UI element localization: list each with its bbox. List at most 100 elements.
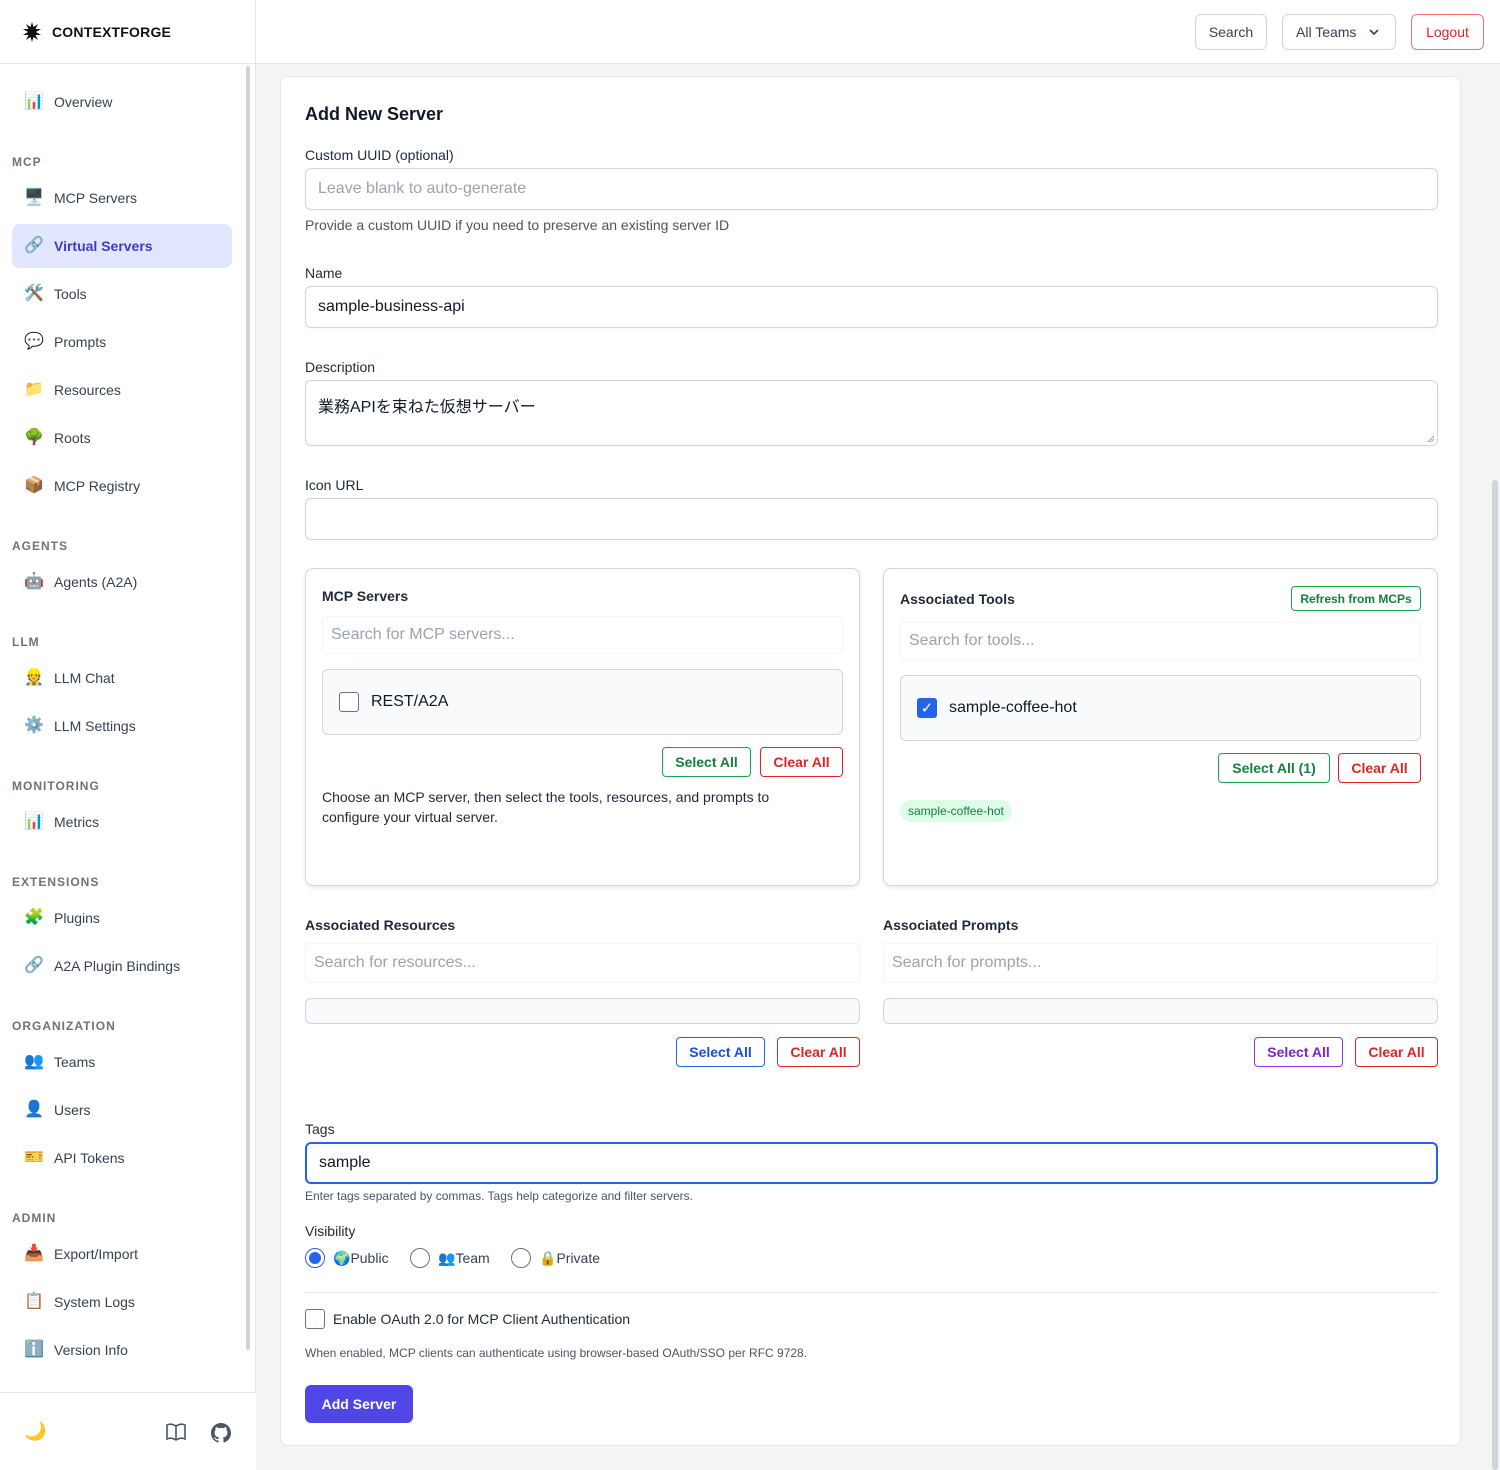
sidebar-item-system-logs[interactable]: 📋 System Logs (12, 1280, 232, 1324)
icon-url-input[interactable] (305, 498, 1438, 540)
visibility-public-radio[interactable]: 🌍 Public (305, 1248, 389, 1268)
radio-label: Private (556, 1250, 601, 1266)
tags-input[interactable]: sample (305, 1142, 1438, 1184)
sidebar-item-agents[interactable]: 🤖 Agents (A2A) (12, 560, 232, 604)
sidebar-item-llm-settings[interactable]: ⚙️ LLM Settings (12, 704, 232, 748)
prompts-list (883, 998, 1438, 1024)
tags-label: Tags (305, 1121, 335, 1137)
section-mcp: MCP (12, 155, 42, 169)
resources-clear-all-button[interactable]: Clear All (777, 1037, 860, 1067)
mcp-server-checkbox[interactable] (339, 692, 359, 712)
visibility-team-radio[interactable]: 👥 Team (410, 1248, 490, 1268)
gear-icon: ⚙️ (24, 717, 44, 734)
selected-tool-pill: sample-coffee-hot (900, 800, 1012, 822)
mcp-server-option-label: REST/A2A (371, 693, 449, 710)
sidebar-item-metrics[interactable]: 📊 Metrics (12, 800, 232, 844)
resize-handle-icon[interactable] (1427, 435, 1435, 443)
prompts-search-input[interactable]: Search for prompts... (883, 943, 1438, 983)
radio-button[interactable] (511, 1248, 531, 1268)
prompts-select-all-button[interactable]: Select All (1254, 1037, 1343, 1067)
sidebar-item-plugins[interactable]: 🧩 Plugins (12, 896, 232, 940)
sidebar-item-a2a-plugin-bindings[interactable]: 🔗 A2A Plugin Bindings (12, 944, 232, 988)
sidebar-item-label: MCP Servers (54, 190, 137, 206)
sidebar-item-overview[interactable]: 📊 Overview (12, 80, 232, 124)
sidebar-item-label: MCP Registry (54, 478, 141, 494)
name-input[interactable]: sample-business-api (305, 286, 1438, 328)
associated-resources-label: Associated Resources (305, 917, 456, 933)
github-icon[interactable] (211, 1423, 231, 1443)
mcp-servers-select-all-button[interactable]: Select All (662, 747, 751, 777)
tools-select-all-button[interactable]: Select All (1) (1218, 753, 1330, 783)
mcp-servers-panel: MCP Servers Search for MCP servers... RE… (305, 568, 860, 886)
sidebar-item-tools[interactable]: 🛠️ Tools (12, 272, 232, 316)
add-server-button[interactable]: Add Server (305, 1385, 413, 1423)
top-bar: Search All Teams Logout (256, 0, 1500, 64)
brand[interactable]: CONTEXTFORGE (0, 0, 255, 64)
sidebar-item-label: Metrics (54, 814, 100, 830)
radio-button[interactable] (410, 1248, 430, 1268)
oauth-label: Enable OAuth 2.0 for MCP Client Authenti… (333, 1311, 631, 1327)
logout-button[interactable]: Logout (1411, 14, 1484, 50)
book-icon[interactable] (166, 1423, 186, 1441)
section-llm: LLM (12, 635, 40, 649)
package-icon: 📦 (24, 477, 44, 494)
link-icon: 🔗 (24, 237, 44, 254)
brand-name: CONTEXTFORGE (52, 23, 172, 40)
visibility-label: Visibility (305, 1223, 356, 1239)
search-button[interactable]: Search (1195, 14, 1267, 50)
mcp-servers-search-input[interactable]: Search for MCP servers... (322, 616, 843, 654)
team-selector-dropdown[interactable]: All Teams (1282, 14, 1396, 50)
sidebar-item-export-import[interactable]: 📥 Export/Import (12, 1232, 232, 1276)
tool-option[interactable]: ✓ sample-coffee-hot (917, 698, 1077, 718)
sidebar-item-roots[interactable]: 🌳 Roots (12, 416, 232, 460)
sidebar-item-api-tokens[interactable]: 🎫 API Tokens (12, 1136, 232, 1180)
sidebar-item-users[interactable]: 👤 Users (12, 1088, 232, 1132)
tools-clear-all-button[interactable]: Clear All (1338, 753, 1421, 783)
description-textarea[interactable]: 業務APIを束ねた仮想サーバー (305, 380, 1438, 446)
sidebar-item-label: Roots (54, 430, 91, 446)
user-icon: 👤 (24, 1101, 44, 1118)
sidebar-item-llm-chat[interactable]: 👷 LLM Chat (12, 656, 232, 700)
sidebar-item-resources[interactable]: 📁 Resources (12, 368, 232, 412)
sidebar-item-label: Virtual Servers (54, 238, 153, 254)
description-text: 業務APIを束ねた仮想サーバー (318, 399, 536, 416)
tool-option-label: sample-coffee-hot (949, 699, 1077, 716)
refresh-from-mcps-button[interactable]: Refresh from MCPs (1291, 586, 1421, 611)
sidebar-nav: 📊 Overview MCP 🖥️ MCP Servers 🔗 Virtual Ser… (0, 64, 244, 1392)
lock-icon: 🔒 (539, 1249, 557, 1266)
sidebar-item-prompts[interactable]: 💬 Prompts (12, 320, 232, 364)
mcp-server-option[interactable]: REST/A2A (339, 692, 448, 712)
bar-chart-icon: 📊 (24, 93, 44, 110)
sidebar-item-mcp-servers[interactable]: 🖥️ MCP Servers (12, 176, 232, 220)
visibility-private-radio[interactable]: 🔒 Private (511, 1248, 600, 1268)
sidebar-item-label: Export/Import (54, 1246, 139, 1262)
sidebar-item-label: Resources (54, 382, 121, 398)
moon-icon[interactable]: 🌙 (24, 1421, 46, 1442)
bar-chart-icon: 📊 (24, 813, 44, 830)
prompts-clear-all-button[interactable]: Clear All (1355, 1037, 1438, 1067)
radio-button[interactable] (305, 1248, 325, 1268)
oauth-toggle[interactable]: Enable OAuth 2.0 for MCP Client Authenti… (305, 1309, 630, 1329)
tool-checkbox[interactable]: ✓ (917, 698, 937, 718)
uuid-help: Provide a custom UUID if you need to pre… (305, 217, 730, 233)
section-extensions: EXTENSIONS (12, 875, 100, 889)
mcp-servers-clear-all-button[interactable]: Clear All (760, 747, 843, 777)
monitor-icon: 🖥️ (24, 189, 44, 206)
sidebar-item-label: Users (54, 1102, 91, 1118)
main-scrollbar[interactable] (1492, 480, 1498, 1470)
tags-help: Enter tags separated by commas. Tags hel… (305, 1189, 693, 1203)
sidebar-item-virtual-servers[interactable]: 🔗 Virtual Servers (12, 224, 232, 268)
oauth-checkbox[interactable] (305, 1309, 325, 1329)
sidebar-scrollbar[interactable] (246, 66, 250, 1350)
sidebar-item-version-info[interactable]: ℹ️ Version Info (12, 1328, 232, 1372)
associated-prompts-label: Associated Prompts (883, 917, 1019, 933)
sidebar-item-mcp-registry[interactable]: 📦 MCP Registry (12, 464, 232, 508)
sidebar-item-label: Overview (54, 94, 113, 110)
sidebar-item-teams[interactable]: 👥 Teams (12, 1040, 232, 1084)
tools-search-input[interactable]: Search for tools... (900, 622, 1421, 660)
uuid-input[interactable]: Leave blank to auto-generate (305, 168, 1438, 210)
associated-tools-label: Associated Tools (900, 591, 1015, 607)
resources-search-input[interactable]: Search for resources... (305, 943, 860, 983)
resources-select-all-button[interactable]: Select All (676, 1037, 765, 1067)
oauth-help: When enabled, MCP clients can authentica… (305, 1346, 808, 1360)
